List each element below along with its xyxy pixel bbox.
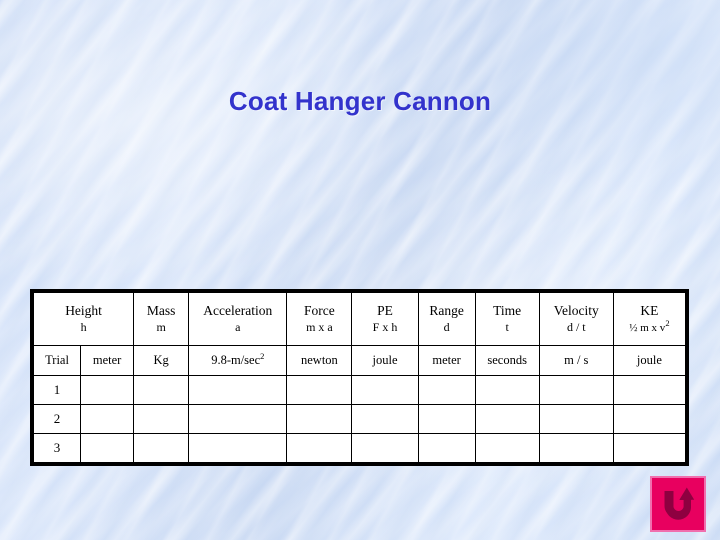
cell-acceleration[interactable] <box>188 433 288 463</box>
cell-force[interactable] <box>286 404 353 434</box>
header-cell-acceleration: Acceleration a <box>188 292 288 346</box>
row-trial-number: 3 <box>32 433 82 463</box>
header-cell-height: Height h <box>32 292 135 346</box>
cell-ke[interactable] <box>612 433 687 463</box>
units-cell-range: meter <box>417 345 476 376</box>
header-cell-range: Range d <box>417 292 476 346</box>
cell-time[interactable] <box>474 404 540 434</box>
cell-mass[interactable] <box>133 375 190 405</box>
header-symbol-ke-text: ½ m x v <box>629 322 666 335</box>
header-symbol-height: h <box>80 320 87 335</box>
header-label-velocity: Velocity <box>553 302 599 318</box>
header-symbol-mass: m <box>156 320 166 335</box>
cell-pe[interactable] <box>351 404 419 434</box>
header-cell-pe: PE F x h <box>351 292 419 346</box>
header-label-height: Height <box>65 302 102 318</box>
units-cell-time: seconds <box>474 345 540 376</box>
units-cell-ke: joule <box>612 345 687 376</box>
header-cell-ke: KE ½ m x v2 <box>612 292 687 346</box>
cell-ke[interactable] <box>612 404 687 434</box>
slide-canvas: Coat Hanger Cannon Height h Mass m Accel… <box>0 0 720 540</box>
header-symbol-ke: ½ m x v2 <box>614 318 685 335</box>
cell-height[interactable] <box>80 433 135 463</box>
cell-ke[interactable] <box>612 375 687 405</box>
table-row: 2 <box>32 404 687 434</box>
cell-pe[interactable] <box>351 375 419 405</box>
header-label-acceleration: Acceleration <box>203 302 273 318</box>
cell-force[interactable] <box>286 433 353 463</box>
table-header-row: Height h Mass m Acceleration a Force m x… <box>32 292 687 346</box>
lab-data-table: Height h Mass m Acceleration a Force m x… <box>30 289 689 466</box>
cell-range[interactable] <box>417 375 476 405</box>
table-row: 3 <box>32 433 687 463</box>
table-row: 1 <box>32 375 687 405</box>
cell-acceleration[interactable] <box>188 375 288 405</box>
units-acceleration-text: 9.8-m/sec <box>211 353 261 368</box>
header-cell-time: Time t <box>474 292 540 346</box>
cell-mass[interactable] <box>133 404 190 434</box>
units-cell-mass: Kg <box>133 345 190 376</box>
header-label-pe: PE <box>377 302 393 318</box>
cell-time[interactable] <box>474 375 540 405</box>
header-symbol-range: d <box>443 320 450 335</box>
header-label-ke: KE <box>640 302 659 318</box>
cell-pe[interactable] <box>351 433 419 463</box>
cell-velocity[interactable] <box>538 375 614 405</box>
cell-height[interactable] <box>80 404 135 434</box>
cell-velocity[interactable] <box>538 433 614 463</box>
cell-time[interactable] <box>474 433 540 463</box>
header-symbol-acceleration: a <box>235 320 241 335</box>
header-cell-mass: Mass m <box>133 292 190 346</box>
table-units-row: Trial meter Kg 9.8-m/sec2 newton joule m… <box>32 345 687 376</box>
row-trial-number: 2 <box>32 404 82 434</box>
header-symbol-force: m x a <box>306 320 333 335</box>
units-cell-height: meter <box>80 345 135 376</box>
header-cell-velocity: Velocity d / t <box>538 292 614 346</box>
cell-velocity[interactable] <box>538 404 614 434</box>
units-cell-velocity: m / s <box>538 345 614 376</box>
cell-acceleration[interactable] <box>188 404 288 434</box>
units-cell-acceleration: 9.8-m/sec2 <box>188 345 288 376</box>
cell-mass[interactable] <box>133 433 190 463</box>
header-symbol-time: t <box>505 320 509 335</box>
u-turn-arrow-icon[interactable] <box>650 476 706 532</box>
header-label-mass: Mass <box>146 302 176 318</box>
header-label-force: Force <box>304 302 335 318</box>
header-cell-force: Force m x a <box>286 292 353 346</box>
header-label-time: Time <box>493 302 522 318</box>
header-symbol-pe: F x h <box>372 320 398 335</box>
page-title: Coat Hanger Cannon <box>228 86 492 116</box>
units-acceleration-exponent: 2 <box>260 351 265 362</box>
row-trial-number: 1 <box>32 375 82 405</box>
cell-force[interactable] <box>286 375 353 405</box>
units-cell-trial: Trial <box>32 345 82 376</box>
cell-height[interactable] <box>80 375 135 405</box>
units-cell-pe: joule <box>351 345 419 376</box>
cell-range[interactable] <box>417 404 476 434</box>
units-cell-force: newton <box>286 345 353 376</box>
header-symbol-ke-exponent: 2 <box>665 318 670 329</box>
header-label-range: Range <box>429 302 464 318</box>
header-symbol-velocity: d / t <box>566 320 586 335</box>
cell-range[interactable] <box>417 433 476 463</box>
